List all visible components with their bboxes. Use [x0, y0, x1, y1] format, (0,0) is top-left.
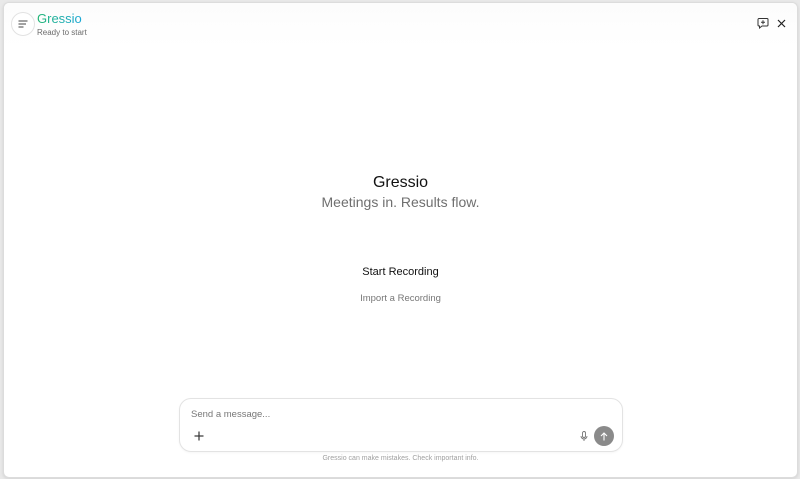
app-window: Gressio Ready to start Gressio Meetings …: [3, 2, 798, 478]
hero-subtitle: Meetings in. Results flow.: [321, 194, 480, 210]
message-input[interactable]: [191, 407, 551, 421]
import-recording-link[interactable]: Import a Recording: [344, 293, 457, 305]
microphone-icon: [580, 430, 588, 441]
header: Gressio Ready to start: [4, 3, 797, 47]
new-chat-button[interactable]: [756, 16, 770, 30]
plus-icon: [194, 431, 204, 441]
message-composer: [179, 398, 623, 452]
start-recording-button[interactable]: Start Recording: [344, 265, 457, 279]
hero-title: Gressio: [372, 174, 429, 191]
new-chat-icon: [757, 18, 769, 29]
disclaimer-text: Gressio can make mistakes. Check importa…: [322, 455, 479, 462]
close-icon: [777, 19, 785, 27]
send-button[interactable]: [594, 426, 614, 446]
app-title: Gressio: [37, 11, 82, 26]
menu-lines-icon: [18, 20, 28, 28]
attach-button[interactable]: [192, 429, 206, 443]
arrow-up-icon: [600, 431, 608, 440]
app-status: Ready to start: [37, 28, 87, 37]
close-button[interactable]: [774, 16, 788, 30]
microphone-button[interactable]: [578, 430, 590, 442]
menu-button[interactable]: [11, 12, 35, 36]
